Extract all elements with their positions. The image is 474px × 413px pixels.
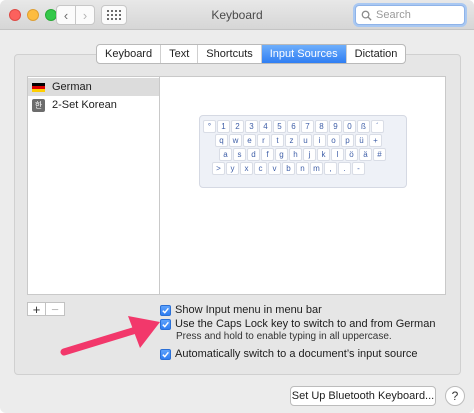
search-input[interactable] — [376, 9, 456, 21]
keyboard-key: q — [215, 134, 228, 147]
keyboard-key: 2 — [231, 120, 244, 133]
keyboard-key: ä — [359, 148, 372, 161]
caps-lock-switch-label: Use the Caps Lock key to switch to and f… — [175, 318, 436, 330]
keyboard-key: ´ — [371, 120, 384, 133]
chevron-left-icon: ‹ — [63, 7, 69, 23]
keyboard-key: c — [254, 162, 267, 175]
keyboard-key: z — [285, 134, 298, 147]
keyboard-key: + — [369, 134, 382, 147]
keyboard-layout-preview: ° 1 2 3 4 5 6 7 8 9 0 ß ´ q w e r t z u i o p ü + a s d f g h j k l ö ä # … — [199, 115, 407, 188]
keyboard-preferences-window: ‹ › Keyboard Keyboard Text Shortcuts Inp… — [0, 0, 474, 413]
keyboard-key: # — [373, 148, 386, 161]
keyboard-key: 1 — [217, 120, 230, 133]
auto-switch-option[interactable]: Automatically switch to a document’s inp… — [160, 348, 418, 360]
add-input-source-button[interactable]: + — [28, 302, 46, 317]
input-source-list[interactable]: German 한 2-Set Korean — [27, 76, 160, 295]
forward-button[interactable]: › — [75, 5, 95, 25]
keyboard-key: u — [299, 134, 312, 147]
keyboard-row: > y x c v b n m,. - — [212, 162, 366, 176]
keyboard-key: 8 — [315, 120, 328, 133]
search-icon — [361, 10, 372, 21]
keyboard-key: 0 — [343, 120, 356, 133]
keyboard-key: 7 — [301, 120, 314, 133]
keyboard-key: w — [229, 134, 242, 147]
keyboard-key: 5 — [273, 120, 286, 133]
annotation-arrow-icon — [60, 316, 160, 356]
keyboard-key: 6 — [287, 120, 300, 133]
keyboard-key: l — [331, 148, 344, 161]
keyboard-key: 4 — [259, 120, 272, 133]
keyboard-key: , — [324, 162, 337, 175]
keyboard-key: v — [268, 162, 281, 175]
keyboard-key: . — [338, 162, 351, 175]
keyboard-key: i — [313, 134, 326, 147]
keyboard-key: > — [212, 162, 225, 175]
title-bar: ‹ › Keyboard — [0, 0, 474, 30]
show-input-menu-option[interactable]: Show Input menu in menu bar — [160, 304, 322, 316]
keyboard-key: m — [310, 162, 323, 175]
keyboard-key: k — [317, 148, 330, 161]
keyboard-key: - — [352, 162, 365, 175]
tab-input-sources[interactable]: Input Sources — [261, 45, 347, 63]
keyboard-key: f — [261, 148, 274, 161]
keyboard-key: a — [219, 148, 232, 161]
keyboard-key: ß — [357, 120, 370, 133]
grid-icon — [107, 10, 121, 20]
korean-input-icon: 한 — [32, 98, 45, 112]
set-up-bluetooth-keyboard-button[interactable]: Set Up Bluetooth Keyboard... — [290, 386, 436, 406]
keyboard-key: ° — [203, 120, 216, 133]
minimize-window-button[interactable] — [27, 9, 39, 21]
chevron-right-icon: › — [82, 7, 88, 23]
keyboard-key: p — [341, 134, 354, 147]
german-flag-icon — [32, 82, 45, 92]
back-button[interactable]: ‹ — [56, 5, 76, 25]
keyboard-key: x — [240, 162, 253, 175]
list-item-german[interactable]: German — [28, 78, 159, 96]
keyboard-key: g — [275, 148, 288, 161]
source-label: 2-Set Korean — [52, 99, 117, 111]
keyboard-key: 9 — [329, 120, 342, 133]
tab-keyboard[interactable]: Keyboard — [97, 45, 162, 63]
keyboard-key: b — [282, 162, 295, 175]
keyboard-row: q w e r t z u i o p ü + — [215, 134, 383, 148]
preference-tabs: Keyboard Text Shortcuts Input Sources Di… — [96, 44, 407, 64]
keyboard-row: ° 1 2 3 4 5 6 7 8 9 0 ß ´ — [203, 120, 385, 134]
keyboard-key: ü — [355, 134, 368, 147]
search-field[interactable] — [355, 5, 465, 25]
caps-lock-hint: Press and hold to enable typing in all u… — [176, 331, 392, 342]
keyboard-key: h — [289, 148, 302, 161]
keyboard-key: d — [247, 148, 260, 161]
list-item-2-set-korean[interactable]: 한 2-Set Korean — [28, 96, 159, 114]
keyboard-row: a s d f g h j k l ö ä # — [219, 148, 387, 162]
keyboard-key: y — [226, 162, 239, 175]
show-input-menu-label: Show Input menu in menu bar — [175, 304, 322, 316]
keyboard-key: n — [296, 162, 309, 175]
help-button[interactable]: ? — [445, 386, 465, 406]
auto-switch-label: Automatically switch to a document’s inp… — [175, 348, 418, 360]
keyboard-key: 3 — [245, 120, 258, 133]
caps-lock-switch-option[interactable]: Use the Caps Lock key to switch to and f… — [160, 318, 435, 330]
keyboard-key: j — [303, 148, 316, 161]
keyboard-key: ö — [345, 148, 358, 161]
close-window-button[interactable] — [9, 9, 21, 21]
keyboard-key: t — [271, 134, 284, 147]
tab-text[interactable]: Text — [161, 45, 199, 63]
tab-dictation[interactable]: Dictation — [347, 45, 406, 63]
keyboard-key: s — [233, 148, 246, 161]
keyboard-key: e — [243, 134, 256, 147]
show-all-button[interactable] — [101, 5, 127, 25]
source-label: German — [52, 81, 92, 93]
keyboard-key: o — [327, 134, 340, 147]
keyboard-key: r — [257, 134, 270, 147]
tab-shortcuts[interactable]: Shortcuts — [198, 45, 262, 63]
